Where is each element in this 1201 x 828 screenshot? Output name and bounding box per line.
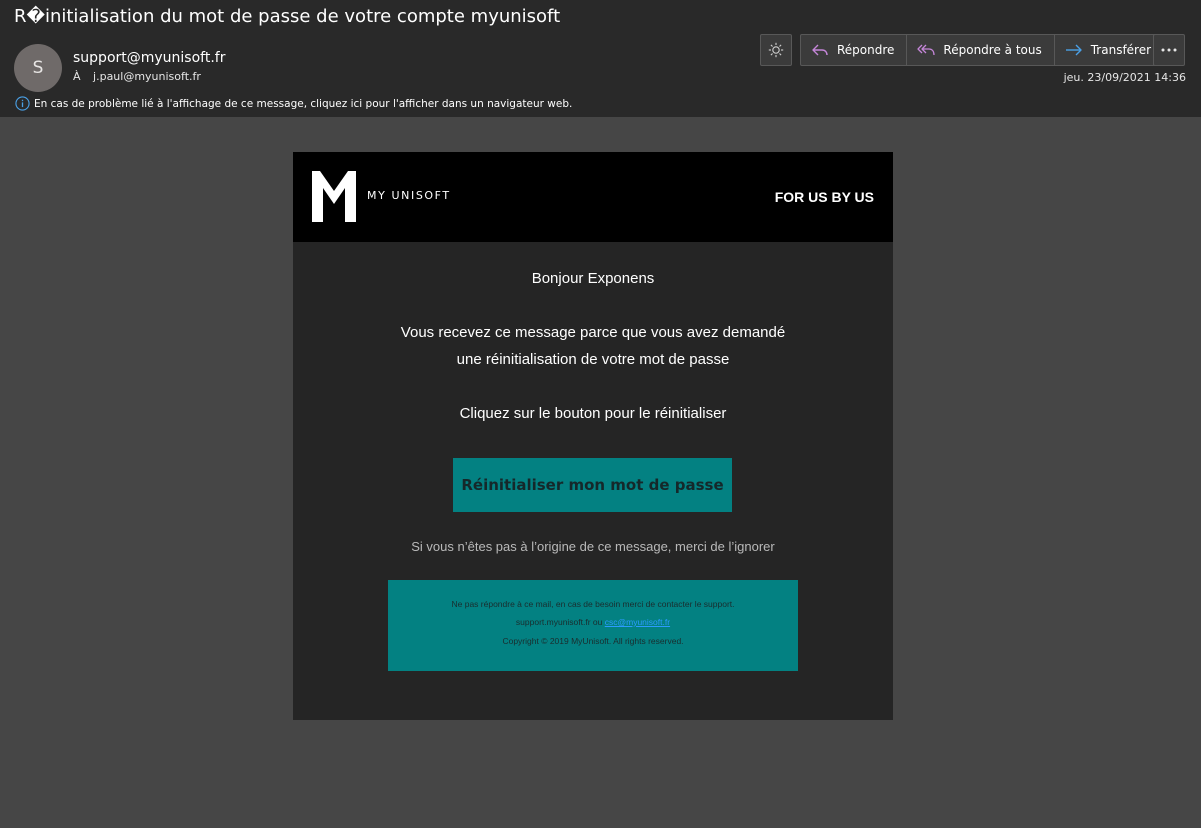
brand-slogan: FOR US BY US bbox=[774, 189, 874, 205]
brand-name: MY UNISOFT bbox=[367, 189, 451, 202]
info-icon bbox=[15, 96, 30, 111]
recipient-address[interactable]: j.paul@myunisoft.fr bbox=[93, 70, 201, 83]
instruction: Cliquez sur le bouton pour le réinitiali… bbox=[459, 405, 727, 422]
reply-icon bbox=[812, 44, 828, 56]
sun-icon bbox=[768, 42, 784, 58]
footer-notice: Ne pas répondre à ce mail, en cas de bes… bbox=[451, 599, 735, 609]
browser-view-notice-text[interactable]: En cas de problème lié à l'affichage de … bbox=[34, 98, 572, 110]
message-header: R�initialisation du mot de passe de votr… bbox=[0, 0, 1201, 117]
sender-address[interactable]: support@myunisoft.fr bbox=[73, 50, 225, 66]
reply-label: Répondre bbox=[837, 43, 895, 57]
footer-contact: support.myunisoft.fr ou csc@myunisoft.fr bbox=[388, 617, 798, 627]
recipient-row: À j.paul@myunisoft.fr bbox=[73, 70, 201, 83]
message-line-2: une réinitialisation de votre mot de pas… bbox=[456, 351, 730, 368]
browser-view-notice[interactable]: En cas de problème lié à l'affichage de … bbox=[15, 96, 572, 111]
more-icon bbox=[1161, 48, 1177, 52]
myunisoft-logo-icon bbox=[312, 171, 356, 222]
greeting: Bonjour Exponens bbox=[531, 270, 655, 287]
ignore-note: Si vous n’êtes pas à l’origine de ce mes… bbox=[411, 539, 775, 554]
email-body: MY UNISOFT FOR US BY US Bonjour Exponens… bbox=[293, 152, 893, 720]
footer-copyright: Copyright © 2019 MyUnisoft. All rights r… bbox=[502, 636, 684, 646]
reply-actions: Répondre Répondre à tous Transférer bbox=[800, 34, 1165, 66]
email-subject: R�initialisation du mot de passe de votr… bbox=[14, 6, 561, 27]
sender-avatar[interactable]: S bbox=[14, 44, 62, 92]
forward-button[interactable]: Transférer bbox=[1055, 35, 1163, 65]
reset-password-button[interactable]: Réinitialiser mon mot de passe bbox=[453, 458, 732, 512]
email-banner: MY UNISOFT FOR US BY US bbox=[293, 152, 893, 242]
reply-all-button[interactable]: Répondre à tous bbox=[907, 35, 1055, 65]
reply-button[interactable]: Répondre bbox=[801, 35, 908, 65]
forward-arrow-icon bbox=[1065, 44, 1082, 56]
theme-toggle-button[interactable] bbox=[760, 34, 792, 66]
reply-all-icon bbox=[917, 44, 936, 56]
forward-label: Transférer bbox=[1090, 43, 1152, 57]
footer-support-text: support.myunisoft.fr ou bbox=[515, 617, 605, 627]
reply-all-label: Répondre à tous bbox=[943, 43, 1042, 57]
more-actions-button[interactable] bbox=[1153, 34, 1185, 66]
received-date: jeu. 23/09/2021 14:36 bbox=[1063, 71, 1186, 84]
email-footer: Ne pas répondre à ce mail, en cas de bes… bbox=[388, 580, 798, 671]
support-email-link[interactable]: csc@myunisoft.fr bbox=[605, 617, 670, 627]
to-label: À bbox=[73, 70, 81, 83]
message-line-1: Vous recevez ce message parce que vous a… bbox=[400, 324, 786, 341]
